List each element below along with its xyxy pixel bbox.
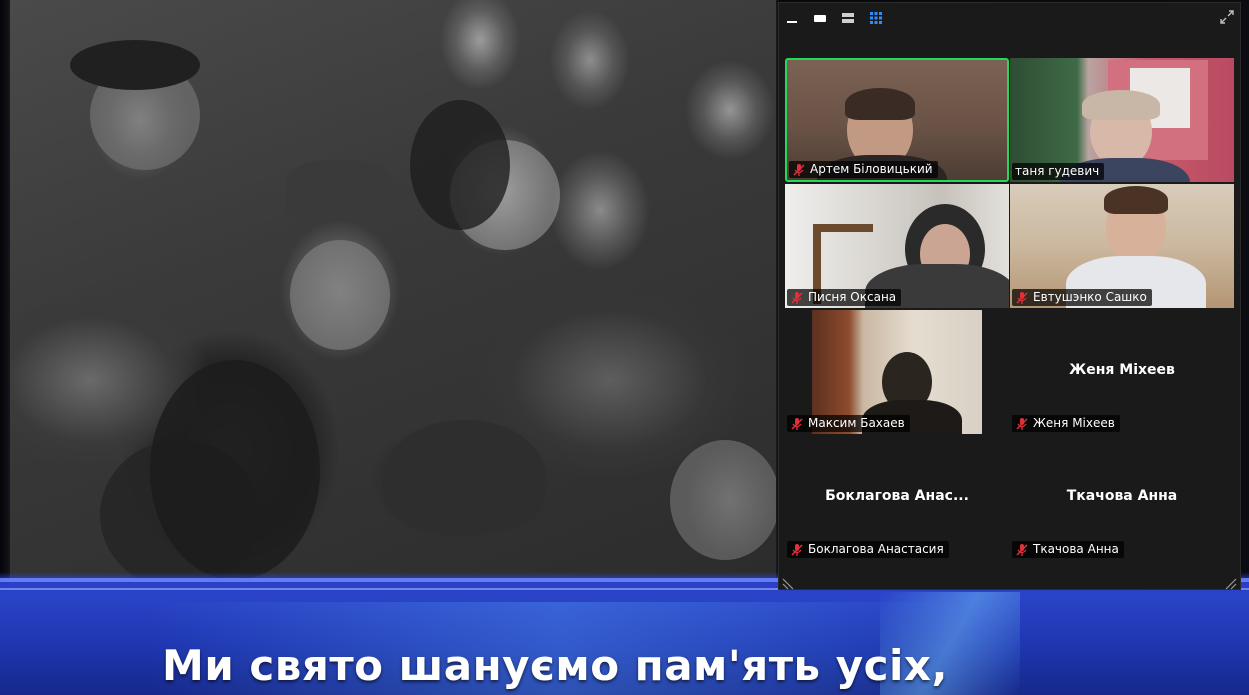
- muted-mic-icon: [1016, 417, 1028, 430]
- video-gallery-panel: Артем Біловицький таня гудевич Писня Окс…: [778, 2, 1241, 590]
- participant-tile[interactable]: Писня Оксана: [785, 184, 1009, 308]
- speaker-view-icon[interactable]: [812, 11, 828, 25]
- participant-name-label: Боклагова Анастасия: [787, 541, 949, 558]
- shared-photo: [10, 0, 776, 580]
- participant-name-label: Артем Біловицький: [789, 161, 938, 178]
- participant-display-name: Женя Міхеев: [1069, 362, 1175, 378]
- minimize-icon[interactable]: [784, 11, 800, 25]
- muted-mic-icon: [791, 291, 803, 304]
- strip-view-icon[interactable]: [840, 11, 856, 25]
- participant-name-label: Максим Бахаев: [787, 415, 910, 432]
- presentation-caption: Ми свято шануємо пам'ять усіх,: [162, 641, 948, 690]
- participant-tile[interactable]: таня гудевич: [1010, 58, 1234, 182]
- participant-display-name: Боклагова Анас...: [825, 488, 969, 504]
- participant-name-label: Женя Міхеев: [1012, 415, 1120, 432]
- muted-mic-icon: [793, 163, 805, 176]
- participant-tile[interactable]: Артем Біловицький: [785, 58, 1009, 182]
- participant-name-label: Евтушэнко Сашко: [1012, 289, 1152, 306]
- resize-handle-left[interactable]: [782, 575, 794, 590]
- participant-tile[interactable]: Ткачова Анна Ткачова Анна: [1010, 436, 1234, 560]
- resize-handle-right[interactable]: [1225, 575, 1237, 590]
- muted-mic-icon: [1016, 543, 1028, 556]
- muted-mic-icon: [791, 417, 803, 430]
- participant-name-label: таня гудевич: [1012, 163, 1105, 180]
- expand-icon[interactable]: [1219, 10, 1235, 24]
- participant-tile[interactable]: Боклагова Анас... Боклагова Анастасия: [785, 436, 1009, 560]
- gallery-view-icon[interactable]: [868, 11, 884, 25]
- participant-name-label: Ткачова Анна: [1012, 541, 1124, 558]
- participant-display-name: Ткачова Анна: [1066, 488, 1178, 504]
- participant-name-label: Писня Оксана: [787, 289, 902, 306]
- muted-mic-icon: [1016, 291, 1028, 304]
- participant-tile[interactable]: Женя Міхеев Женя Міхеев: [1010, 310, 1234, 434]
- gallery-toolbar: [779, 3, 1242, 33]
- muted-mic-icon: [791, 543, 803, 556]
- participant-tile[interactable]: Максим Бахаев: [785, 310, 1009, 434]
- participant-tile[interactable]: Евтушэнко Сашко: [1010, 184, 1234, 308]
